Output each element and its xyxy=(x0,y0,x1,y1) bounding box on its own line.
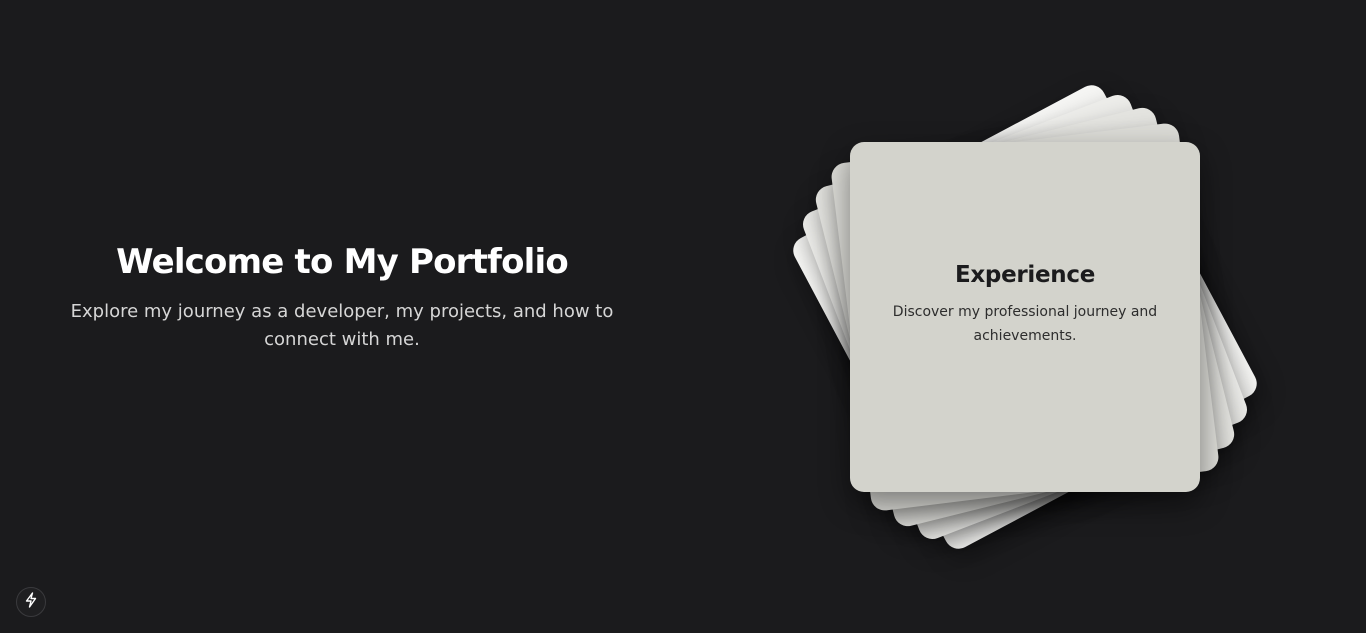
page-title: Welcome to My Portfolio xyxy=(116,242,569,282)
lightning-bolt-icon xyxy=(24,592,38,612)
card-description: Discover my professional journey and ach… xyxy=(892,304,1158,344)
portfolio-page: Welcome to My Portfolio Explore my journ… xyxy=(0,0,1366,633)
card-title: Experience xyxy=(954,262,1096,288)
page-subtitle: Explore my journey as a developer, my pr… xyxy=(70,301,614,350)
experience-card[interactable]: Experience Discover my professional jour… xyxy=(850,142,1200,492)
card-stack[interactable]: Experience Discover my professional jour… xyxy=(788,80,1262,554)
hero-section: Welcome to My Portfolio Explore my journ… xyxy=(32,238,652,354)
dev-tools-button[interactable] xyxy=(16,587,46,617)
